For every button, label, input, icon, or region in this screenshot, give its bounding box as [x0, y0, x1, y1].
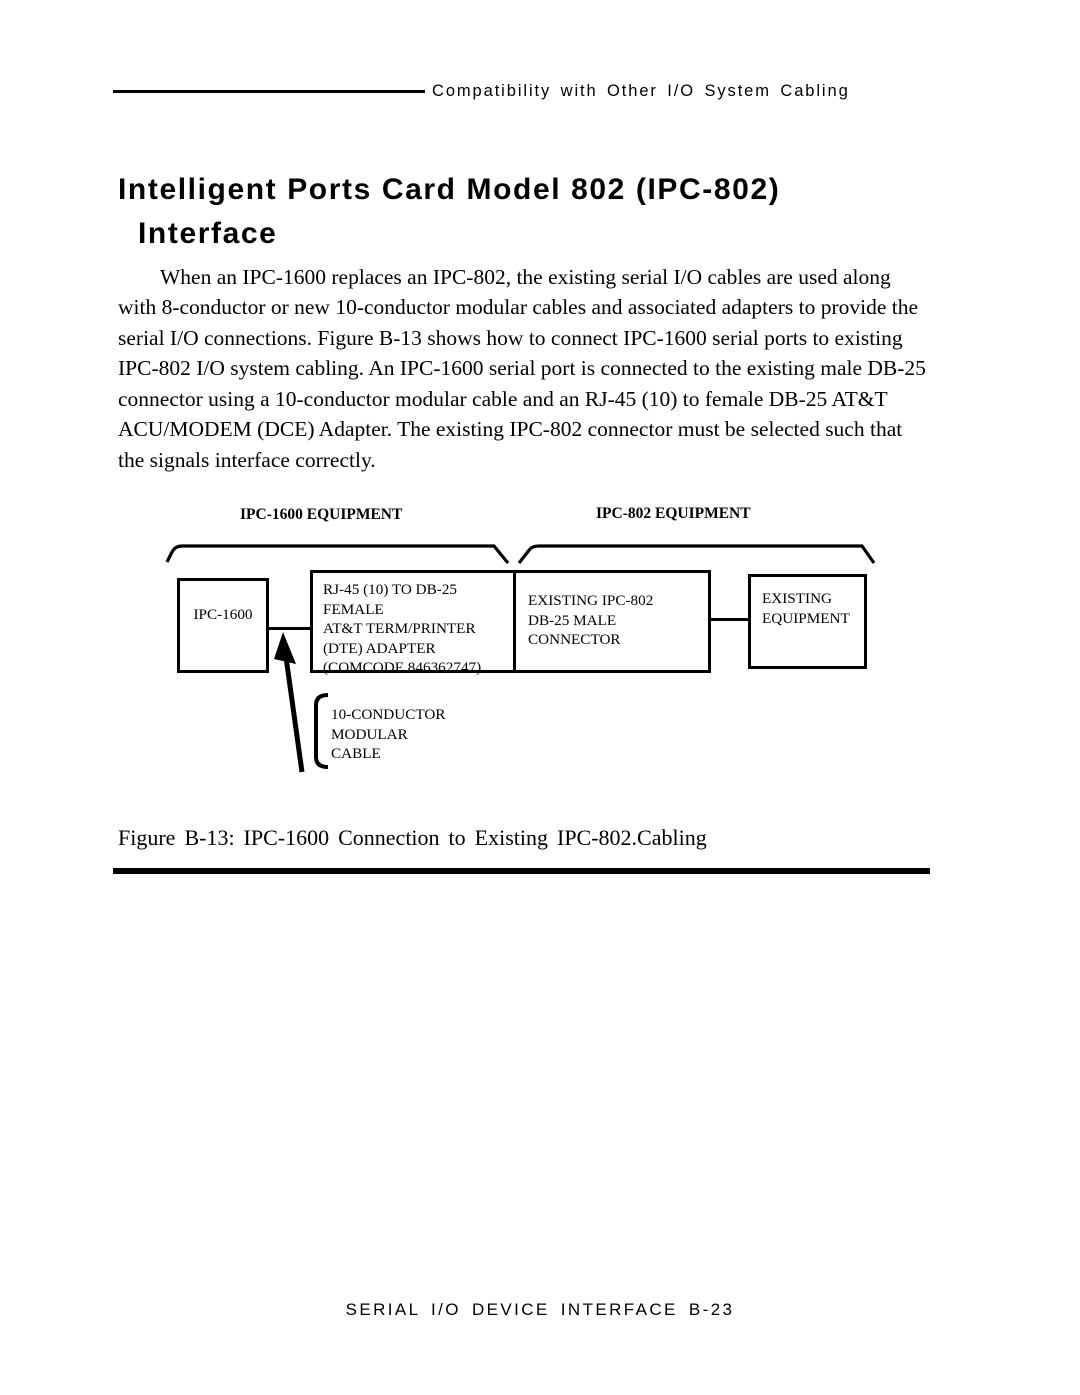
body-paragraph: When an IPC-1600 replaces an IPC-802, th…: [118, 264, 926, 473]
callout-brace: [314, 693, 329, 769]
group-label-ipc1600: IPC-1600 EQUIPMENT: [240, 506, 403, 523]
document-page: Compatibility with Other I/O System Cabl…: [0, 0, 1080, 1395]
caption-rule: [113, 868, 930, 874]
header-rule: [113, 89, 425, 93]
page-footer: SERIAL I/O DEVICE INTERFACE B-23: [345, 1300, 735, 1319]
wire-connector-to-equipment: [709, 618, 750, 621]
diagram-box-adapter: RJ-45 (10) TO DB-25 FEMALE AT&T TERM/PRI…: [310, 570, 516, 676]
bracket-ipc1600: [165, 544, 510, 565]
figure-caption: Figure B-13: IPC-1600 Connection to Exis…: [118, 825, 707, 850]
page-title-line-1: Intelligent Ports Card Model 802 (IPC-80…: [118, 173, 781, 207]
diagram-box-connector: EXISTING IPC-802 DB-25 MALE CONNECTOR: [513, 570, 711, 673]
running-head-text: Compatibility with Other I/O System Cabl…: [432, 81, 850, 100]
group-label-ipc802: IPC-802 EQUIPMENT: [596, 505, 751, 522]
wire-ipc1600-to-adapter: [267, 627, 312, 630]
diagram-box-equipment-label: EXISTING EQUIPMENT: [762, 590, 850, 627]
diagram-box-ipc1600-label: IPC-1600: [193, 606, 253, 623]
bracket-ipc802: [517, 544, 876, 564]
diagram-box-equipment: EXISTING EQUIPMENT: [748, 574, 867, 669]
diagram-box-ipc1600: IPC-1600: [177, 578, 269, 673]
callout-label-modular-cable: 10-CONDUCTOR MODULAR CABLE: [331, 706, 446, 762]
page-title-line-2: Interface: [138, 217, 278, 251]
page-title: Intelligent Ports Card Model 802 (IPC-80…: [118, 168, 908, 256]
callout-arrow: [274, 632, 305, 773]
diagram-box-connector-label: EXISTING IPC-802 DB-25 MALE CONNECTOR: [528, 592, 654, 648]
diagram-box-adapter-label: RJ-45 (10) TO DB-25 FEMALE AT&T TERM/PRI…: [323, 581, 482, 676]
running-header: Compatibility with Other I/O System Cabl…: [113, 76, 928, 106]
